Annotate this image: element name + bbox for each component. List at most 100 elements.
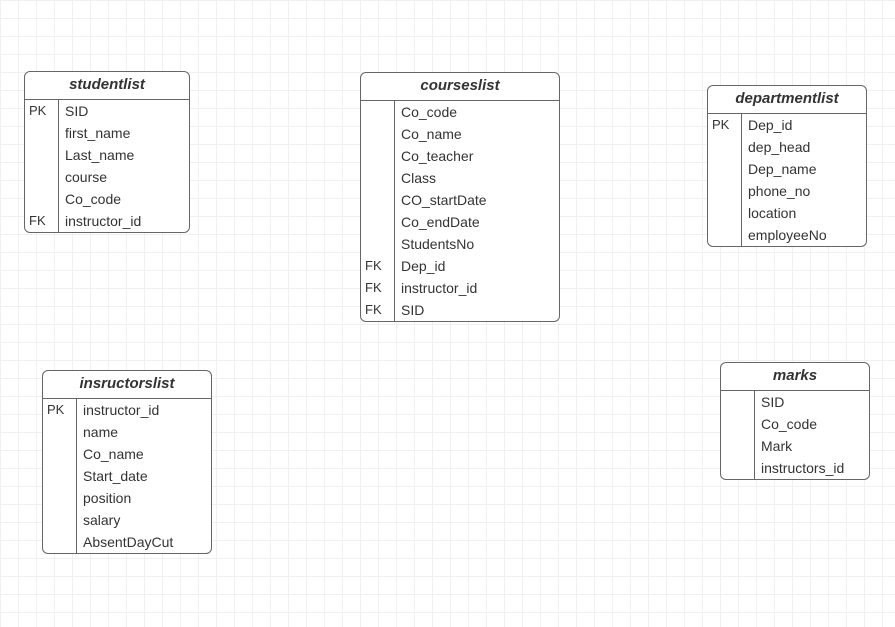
key-cell: FK [361,299,395,321]
entity-rows: Co_codeCo_nameCo_teacherClassCO_startDat… [361,101,559,321]
key-cell: FK [361,277,395,299]
attr-cell: instructor_id [59,210,189,232]
entity-studentlist[interactable]: studentlistPKSIDfirst_nameLast_namecours… [24,71,190,233]
entity-row: StudentsNo [361,233,559,255]
entity-row: Co_name [361,123,559,145]
attr-cell: location [742,202,866,224]
key-cell [708,180,742,202]
key-cell [708,202,742,224]
key-cell: FK [361,255,395,277]
key-cell [25,144,59,166]
key-cell [25,122,59,144]
attr-cell: Start_date [77,465,211,487]
entity-rows: SIDCo_codeMarkinstructors_id [721,391,869,479]
entity-marks[interactable]: marksSIDCo_codeMarkinstructors_id [720,362,870,480]
key-cell: PK [708,114,742,136]
attr-cell: Co_code [755,413,869,435]
attr-cell: position [77,487,211,509]
entity-row: SID [721,391,869,413]
attr-cell: Last_name [59,144,189,166]
entity-row: Co_code [25,188,189,210]
attr-cell: phone_no [742,180,866,202]
attr-cell: Dep_id [742,114,866,136]
attr-cell: first_name [59,122,189,144]
entity-row: Last_name [25,144,189,166]
entity-row: Co_teacher [361,145,559,167]
attr-cell: name [77,421,211,443]
attr-cell: salary [77,509,211,531]
attr-cell: Dep_name [742,158,866,180]
entity-row: salary [43,509,211,531]
entity-row: course [25,166,189,188]
attr-cell: Co_code [395,101,559,123]
attr-cell: Co_teacher [395,145,559,167]
key-cell [721,413,755,435]
key-cell: FK [25,210,59,232]
entity-courseslist[interactable]: courseslistCo_codeCo_nameCo_teacherClass… [360,72,560,322]
entity-title-studentlist: studentlist [25,72,189,100]
key-cell [721,435,755,457]
entity-row: PKDep_id [708,114,866,136]
attr-cell: AbsentDayCut [77,531,211,553]
entity-row: location [708,202,866,224]
key-cell [361,167,395,189]
key-cell [43,443,77,465]
entity-row: FKinstructor_id [25,210,189,232]
attr-cell: StudentsNo [395,233,559,255]
entity-row: phone_no [708,180,866,202]
entity-rows: PKSIDfirst_nameLast_namecourseCo_codeFKi… [25,100,189,232]
attr-cell: instructor_id [395,277,559,299]
key-cell [361,101,395,123]
entity-row: FKinstructor_id [361,277,559,299]
attr-cell: instructors_id [755,457,869,479]
entity-row: dep_head [708,136,866,158]
attr-cell: course [59,166,189,188]
entity-row: employeeNo [708,224,866,246]
entity-row: name [43,421,211,443]
key-cell [43,465,77,487]
attr-cell: Co_code [59,188,189,210]
key-cell [25,188,59,210]
entity-row: AbsentDayCut [43,531,211,553]
entity-title-courseslist: courseslist [361,73,559,101]
key-cell [43,487,77,509]
key-cell [25,166,59,188]
entity-title-marks: marks [721,363,869,391]
entity-row: Dep_name [708,158,866,180]
key-cell [43,509,77,531]
entity-row: Start_date [43,465,211,487]
entity-row: Mark [721,435,869,457]
attr-cell: SID [755,391,869,413]
key-cell [708,224,742,246]
entity-row: FKSID [361,299,559,321]
attr-cell: SID [59,100,189,122]
entity-row: Co_name [43,443,211,465]
entity-row: PKinstructor_id [43,399,211,421]
entity-departmentlist[interactable]: departmentlistPKDep_iddep_headDep_nameph… [707,85,867,247]
entity-row: PKSID [25,100,189,122]
entity-rows: PKDep_iddep_headDep_namephone_nolocation… [708,114,866,246]
entity-title-insructorslist: insructorslist [43,371,211,399]
entity-row: Class [361,167,559,189]
entity-title-departmentlist: departmentlist [708,86,866,114]
entity-row: first_name [25,122,189,144]
attr-cell: Class [395,167,559,189]
entity-row: instructors_id [721,457,869,479]
entity-row: position [43,487,211,509]
key-cell [43,531,77,553]
entity-insructorslist[interactable]: insructorslistPKinstructor_idnameCo_name… [42,370,212,554]
key-cell [361,233,395,255]
entity-rows: PKinstructor_idnameCo_nameStart_dateposi… [43,399,211,553]
key-cell [361,145,395,167]
entity-row: Co_code [721,413,869,435]
attr-cell: employeeNo [742,224,866,246]
key-cell [43,421,77,443]
key-cell [721,391,755,413]
attr-cell: instructor_id [77,399,211,421]
entity-row: Co_code [361,101,559,123]
key-cell [361,211,395,233]
attr-cell: Co_name [77,443,211,465]
entity-row: CO_startDate [361,189,559,211]
key-cell [721,457,755,479]
key-cell: PK [43,399,77,421]
